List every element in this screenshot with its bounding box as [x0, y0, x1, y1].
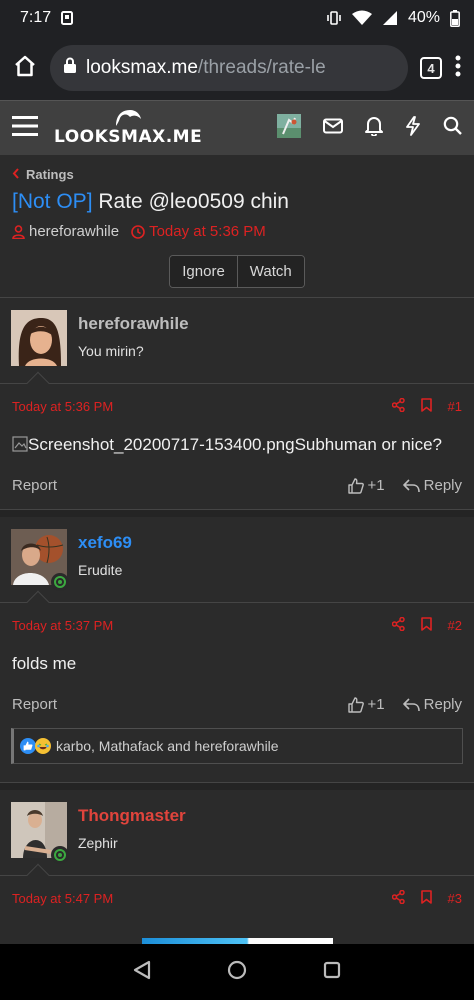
thread-title: [Not OP] Rate @leo0509 chin: [0, 182, 474, 214]
post-1: hereforawhile You mirin? Today at 5:36 P…: [0, 297, 474, 509]
tab-switcher-button[interactable]: 4: [420, 57, 442, 79]
bookmark-icon[interactable]: [420, 617, 432, 634]
like-button[interactable]: +1: [347, 477, 385, 494]
envelope-icon[interactable]: [323, 118, 343, 139]
clock-icon: [131, 224, 145, 239]
url-host: looksmax.me: [86, 57, 198, 78]
report-link[interactable]: Report: [12, 696, 57, 713]
system-nav-bar: [0, 944, 474, 1000]
site-logo[interactable]: LOOKSMAX.ME: [54, 109, 202, 147]
like-button[interactable]: +1: [347, 696, 385, 713]
wifi-icon: [351, 10, 372, 26]
hamburger-menu-icon[interactable]: [12, 115, 38, 142]
status-bar: 7:17 40%: [0, 0, 474, 36]
reply-button[interactable]: Reply: [402, 477, 462, 494]
search-icon[interactable]: [443, 116, 462, 140]
thread-meta: hereforawhile Today at 5:36 PM: [0, 214, 474, 240]
battery-icon: [450, 9, 460, 27]
share-icon[interactable]: [391, 616, 405, 634]
share-icon[interactable]: [391, 889, 405, 907]
user-title: Zephir: [78, 835, 118, 851]
avatar[interactable]: [11, 802, 69, 864]
post-3: Thongmaster Zephir Today at 5:47 PM #3: [0, 790, 474, 907]
back-nav-icon[interactable]: [133, 960, 151, 985]
online-status-icon: [51, 846, 69, 864]
thread-author[interactable]: hereforawhile: [12, 223, 119, 240]
thread-date[interactable]: Today at 5:36 PM: [131, 223, 266, 240]
bookmark-icon[interactable]: [420, 890, 432, 907]
avatar[interactable]: [11, 310, 67, 366]
share-icon[interactable]: [391, 397, 405, 415]
laugh-reaction-icon: [35, 738, 51, 754]
status-time: 7:17: [20, 9, 52, 26]
post-username[interactable]: xefo69: [78, 533, 132, 553]
thread-title-text: Rate @leo0509 chin: [98, 190, 289, 213]
url-field[interactable]: looksmax.me/threads/rate-le: [50, 45, 408, 91]
broken-image-icon: [12, 435, 28, 454]
user-title: Erudite: [78, 562, 123, 578]
home-icon[interactable]: [12, 53, 38, 84]
home-nav-icon[interactable]: [227, 960, 247, 985]
avatar[interactable]: [11, 529, 69, 591]
bell-icon[interactable]: [365, 116, 383, 141]
lock-icon: [64, 57, 76, 79]
site-header: LOOKSMAX.ME: [0, 100, 474, 155]
browser-toolbar: looksmax.me/threads/rate-le 4: [0, 36, 474, 100]
watch-button[interactable]: Watch: [236, 256, 304, 287]
post-username[interactable]: Thongmaster: [78, 806, 186, 826]
more-menu-icon[interactable]: [454, 55, 462, 82]
recents-nav-icon[interactable]: [323, 961, 341, 984]
user-title: You mirin?: [78, 343, 144, 359]
chevron-left-icon: [12, 167, 20, 182]
signal-icon: [382, 10, 398, 26]
post-date[interactable]: Today at 5:37 PM: [12, 618, 113, 633]
post-number[interactable]: #3: [448, 891, 462, 906]
notification-icon: [61, 11, 74, 25]
post-username[interactable]: hereforawhile: [78, 314, 189, 334]
post-number[interactable]: #1: [448, 399, 462, 414]
post-date[interactable]: Today at 5:36 PM: [12, 399, 113, 414]
user-avatar-small[interactable]: [277, 113, 301, 143]
breadcrumb-ratings[interactable]: Ratings: [26, 167, 74, 182]
logo-hair-icon: [116, 110, 142, 126]
post-body: Screenshot_20200717-153400.pngSubhuman o…: [0, 415, 474, 455]
vibrate-icon: [326, 10, 342, 26]
report-link[interactable]: Report: [12, 477, 57, 494]
reply-icon: [402, 478, 420, 492]
user-icon: [12, 224, 25, 239]
post-body: folds me: [12, 654, 77, 673]
reply-button[interactable]: Reply: [402, 696, 462, 713]
thumbs-up-icon: [347, 477, 364, 494]
thread-prefix[interactable]: [Not OP]: [12, 190, 93, 213]
post-date[interactable]: Today at 5:47 PM: [12, 891, 113, 906]
url-path: /threads/rate-le: [197, 57, 326, 78]
breadcrumb[interactable]: Ratings: [0, 155, 474, 182]
lightning-icon[interactable]: [405, 115, 421, 141]
like-reaction-icon: [20, 738, 36, 754]
reactions-list[interactable]: karbo, Mathafack and hereforawhile: [56, 738, 279, 754]
bookmark-icon[interactable]: [420, 398, 432, 415]
reactions-bar[interactable]: karbo, Mathafack and hereforawhile: [11, 728, 463, 764]
ignore-button[interactable]: Ignore: [170, 256, 237, 287]
online-status-icon: [51, 573, 69, 591]
post-2: xefo69 Erudite Today at 5:37 PM #2 folds…: [0, 517, 474, 764]
post-number[interactable]: #2: [448, 618, 462, 633]
reply-icon: [402, 697, 420, 711]
thumbs-up-icon: [347, 696, 364, 713]
battery-percent: 40%: [407, 9, 440, 26]
